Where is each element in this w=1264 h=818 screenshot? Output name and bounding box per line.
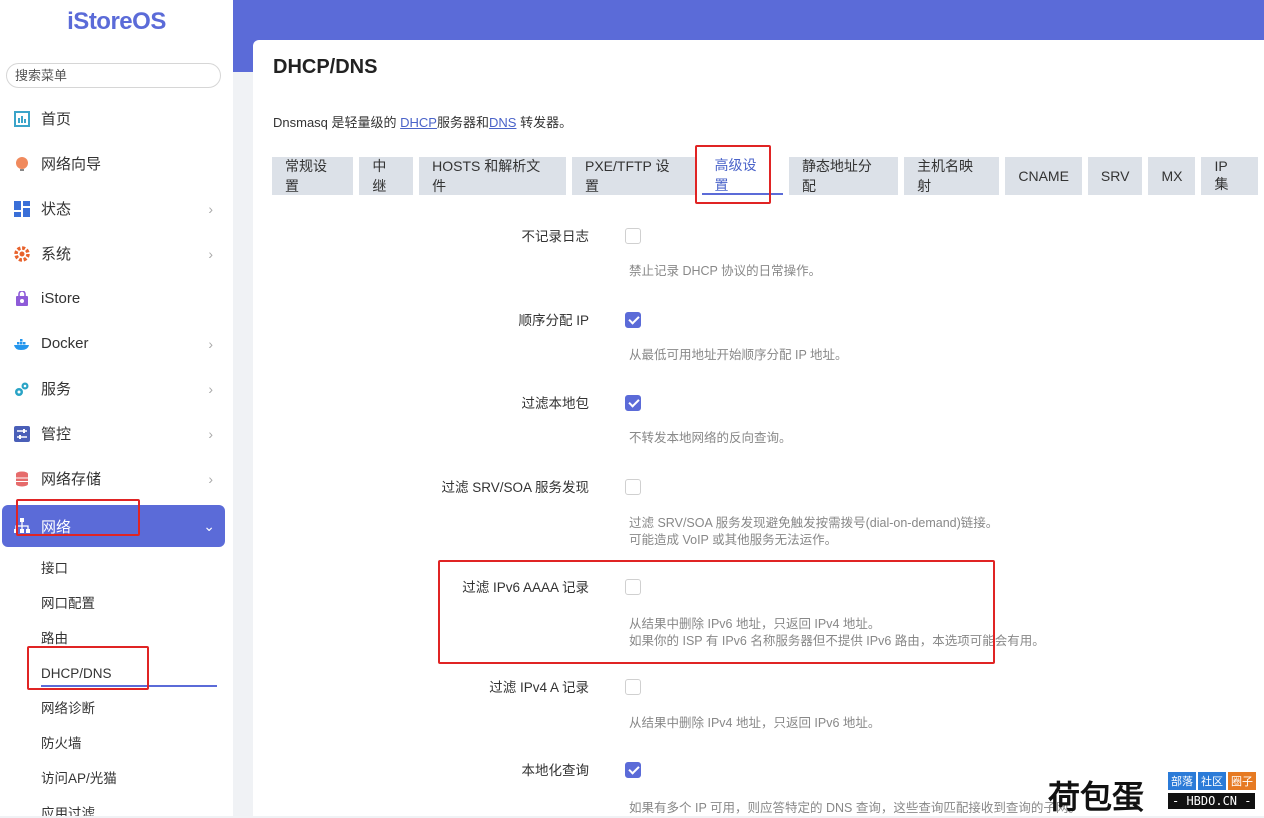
tab-relay[interactable]: 中继 <box>359 157 414 195</box>
subnav-item-ports[interactable]: 网口配置 <box>0 586 233 621</box>
option-checkbox[interactable] <box>625 395 641 411</box>
highlight-box-dhcp <box>27 646 149 690</box>
desc-text: Dnsmasq 是轻量级的 <box>273 115 401 130</box>
tab-static-leases[interactable]: 静态地址分配 <box>788 157 899 195</box>
highlight-box-tab <box>695 145 771 204</box>
nav-label: 状态 <box>41 201 72 218</box>
option-checkbox[interactable] <box>625 479 641 495</box>
option-checkbox[interactable] <box>625 679 641 695</box>
option-checkbox[interactable] <box>625 228 641 244</box>
tab-pxe-tftp[interactable]: PXE/TFTP 设置 <box>571 157 696 195</box>
desc-text: 服务器和 <box>436 115 489 130</box>
globe-icon <box>13 155 31 173</box>
page-description: Dnsmasq 是轻量级的 DHCP服务器和DNS 转发器。 <box>273 112 572 131</box>
nav-item-istore[interactable]: iStore <box>0 276 233 321</box>
nav-item-services[interactable]: 服务 › <box>0 366 233 411</box>
tab-srv[interactable]: SRV <box>1087 157 1143 195</box>
nav-label: 服务 <box>41 381 72 398</box>
nav-item-system[interactable]: 系统 › <box>0 231 233 276</box>
watermark-tags: 部落 社区 圈子 <box>1168 772 1258 790</box>
page-header: DHCP/DNS <box>253 40 1264 94</box>
option-label: 本地化查询 <box>521 763 590 778</box>
bag-icon <box>13 290 31 308</box>
nav-label: 网络向导 <box>41 156 102 173</box>
sidebar: iStoreOS 搜索菜单 首页 网络向导 状态 › 系统 › iStore D… <box>0 0 233 816</box>
nav-label: Docker <box>41 335 89 352</box>
nav-menu: 首页 网络向导 状态 › 系统 › iStore Docker › 服务 › 管… <box>0 96 233 816</box>
highlight-box-aaaa <box>438 560 995 664</box>
database-icon <box>13 470 31 488</box>
tab-hostnames[interactable]: 主机名映射 <box>904 157 1000 195</box>
tab-cname[interactable]: CNAME <box>1005 157 1082 195</box>
chevron-right-icon: › <box>208 470 213 487</box>
subnav-item-diagnostics[interactable]: 网络诊断 <box>0 691 233 726</box>
gear-icon <box>13 245 31 263</box>
nav-item-wizard[interactable]: 网络向导 <box>0 141 233 186</box>
option-checkbox[interactable] <box>625 762 641 778</box>
chevron-right-icon: › <box>208 380 213 397</box>
nav-label: 管控 <box>41 426 72 443</box>
option-help: 如果有多个 IP 可用，则应答特定的 DNS 查询，这些查询匹配接收到查询的子网… <box>629 801 1081 815</box>
tab-hosts[interactable]: HOSTS 和解析文件 <box>419 157 566 195</box>
chevron-right-icon: › <box>208 425 213 442</box>
nav-item-home[interactable]: 首页 <box>0 96 233 141</box>
option-help: 不转发本地网络的反向查询。 <box>629 431 792 445</box>
subnav-item-ap-access[interactable]: 访问AP/光猫 <box>0 761 233 796</box>
chevron-down-icon: ⌄ <box>203 517 215 534</box>
option-help: 从最低可用地址开始顺序分配 IP 地址。 <box>629 348 848 362</box>
option-label: 过滤 IPv4 A 记录 <box>489 680 589 695</box>
subnav-item-interfaces[interactable]: 接口 <box>0 551 233 586</box>
watermark-tag: 社区 <box>1198 772 1226 790</box>
tab-general[interactable]: 常规设置 <box>272 157 354 195</box>
desc-text: 转发器。 <box>516 115 573 130</box>
nav-item-docker[interactable]: Docker › <box>0 321 233 366</box>
option-help: 过滤 SRV/SOA 服务发现避免触发按需拨号(dial-on-demand)链… <box>629 516 999 530</box>
option-label: 不记录日志 <box>521 229 590 244</box>
watermark-url: - HBDO.CN - <box>1168 793 1256 809</box>
option-help: 从结果中删除 IPv4 地址，只返回 IPv6 地址。 <box>629 716 881 730</box>
nav-item-status[interactable]: 状态 › <box>0 186 233 231</box>
chevron-right-icon: › <box>208 200 213 217</box>
option-label: 过滤 SRV/SOA 服务发现 <box>441 480 589 495</box>
option-label: 过滤本地包 <box>521 396 590 411</box>
option-help: 可能造成 VoIP 或其他服务无法运作。 <box>629 533 838 547</box>
watermark: 荷包蛋 部落 社区 圈子 - HBDO.CN - <box>1048 770 1264 816</box>
nav-item-control[interactable]: 管控 › <box>0 411 233 456</box>
nav-item-storage[interactable]: 网络存储 › <box>0 456 233 501</box>
dashboard-icon <box>13 110 31 128</box>
cogs-icon <box>13 380 31 398</box>
chevron-right-icon: › <box>208 335 213 352</box>
option-help: 禁止记录 DHCP 协议的日常操作。 <box>629 264 822 278</box>
watermark-tag: 圈子 <box>1228 772 1256 790</box>
grid-icon <box>13 200 31 218</box>
dhcp-link[interactable]: DHCP <box>400 115 437 130</box>
nav-label: 首页 <box>41 111 72 128</box>
dns-link[interactable]: DNS <box>489 115 516 130</box>
watermark-title: 荷包蛋 <box>1048 778 1145 816</box>
tab-ipset[interactable]: IP 集 <box>1201 157 1259 195</box>
nav-label: 网络存储 <box>41 471 102 488</box>
tab-mx[interactable]: MX <box>1148 157 1196 195</box>
option-label: 顺序分配 IP <box>518 313 589 328</box>
nav-label: iStore <box>41 290 81 307</box>
highlight-box-network <box>16 499 140 536</box>
subnav-item-app-filter[interactable]: 应用过滤 <box>0 796 233 816</box>
sliders-icon <box>13 425 31 443</box>
docker-icon <box>13 335 31 353</box>
watermark-tag: 部落 <box>1168 772 1196 790</box>
page-title: DHCP/DNS <box>273 56 378 78</box>
subnav-item-firewall[interactable]: 防火墙 <box>0 726 233 761</box>
option-checkbox[interactable] <box>625 312 641 328</box>
nav-label: 系统 <box>41 246 72 263</box>
search-input[interactable]: 搜索菜单 <box>6 63 221 88</box>
app-logo[interactable]: iStoreOS <box>0 0 233 44</box>
chevron-right-icon: › <box>208 245 213 262</box>
